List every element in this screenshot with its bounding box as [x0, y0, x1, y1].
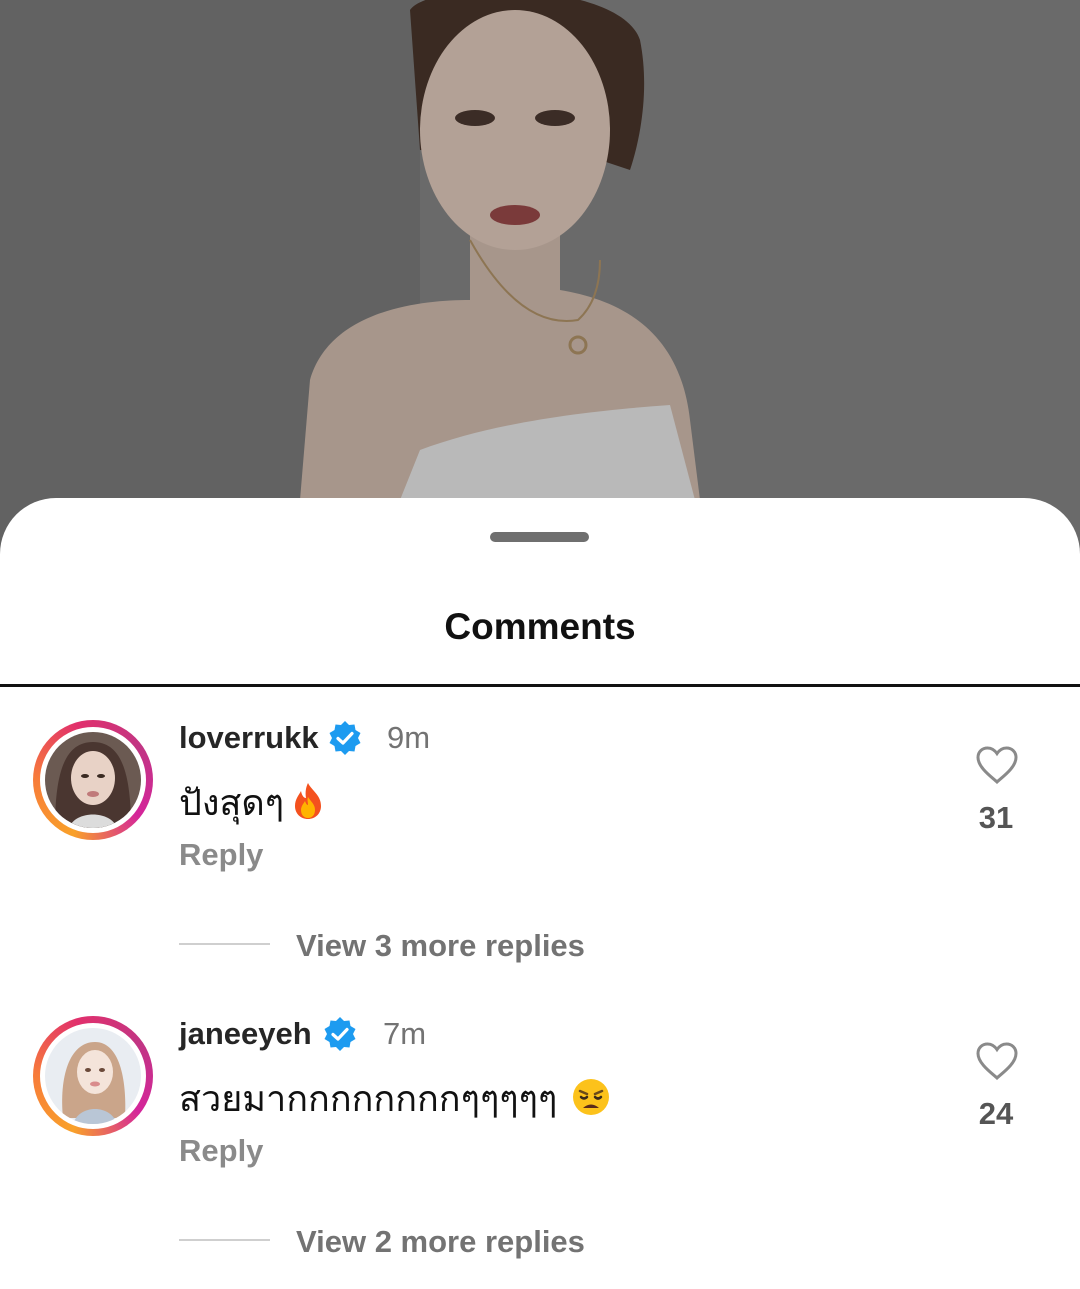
- comment-text: ปังสุดๆ: [179, 774, 328, 831]
- avatar-story-ring[interactable]: [33, 720, 153, 840]
- comment-text: สวยมากกกกกกกกๆๆๆๆๆ: [179, 1070, 611, 1127]
- fire-emoji: [295, 783, 322, 819]
- view-more-replies-button[interactable]: View 3 more replies: [296, 928, 585, 964]
- comments-sheet: Comments loverrukk 9m ปังสุดๆ Reply 31 V…: [0, 498, 1080, 1289]
- avatar: [45, 1028, 141, 1124]
- screen: Comments loverrukk 9m ปังสุดๆ Reply 31 V…: [0, 0, 1080, 1289]
- heart-outline-icon[interactable]: [975, 1041, 1019, 1081]
- reply-button[interactable]: Reply: [179, 1133, 263, 1169]
- portrait-illustration: [0, 0, 1080, 560]
- replies-divider-line: [179, 1239, 270, 1241]
- comment-item: loverrukk 9m ปังสุดๆ Reply 31 View 3 mor…: [0, 720, 1080, 980]
- comment-username[interactable]: loverrukk: [179, 720, 319, 756]
- sheet-title: Comments: [444, 606, 636, 647]
- view-more-replies-button[interactable]: View 2 more replies: [296, 1224, 585, 1260]
- comment-text-body: สวยมากกกกกกกกๆๆๆๆๆ: [179, 1078, 558, 1119]
- header-divider: [0, 684, 1080, 687]
- comment-time: 9m: [387, 720, 431, 755]
- heart-outline-icon[interactable]: [975, 745, 1019, 785]
- like-count: 31: [978, 800, 1014, 835]
- weary-face-emoji: [573, 1079, 610, 1115]
- verified-badge-icon: [324, 1017, 356, 1051]
- replies-divider-line: [179, 943, 270, 945]
- avatar: [45, 732, 141, 828]
- like-count: 24: [978, 1096, 1014, 1131]
- avatar-story-ring[interactable]: [33, 1016, 153, 1136]
- comment-item: janeeyeh 7m สวยมากกกกกกกกๆๆๆๆๆ Reply 24 …: [0, 1016, 1080, 1276]
- post-photo-dimmed[interactable]: [0, 0, 1080, 560]
- comment-text-body: ปังสุดๆ: [179, 782, 285, 823]
- drag-handle[interactable]: [490, 532, 589, 542]
- verified-badge-icon: [329, 721, 361, 755]
- comment-username[interactable]: janeeyeh: [179, 1016, 312, 1052]
- comment-time: 7m: [383, 1016, 427, 1051]
- reply-button[interactable]: Reply: [179, 837, 263, 873]
